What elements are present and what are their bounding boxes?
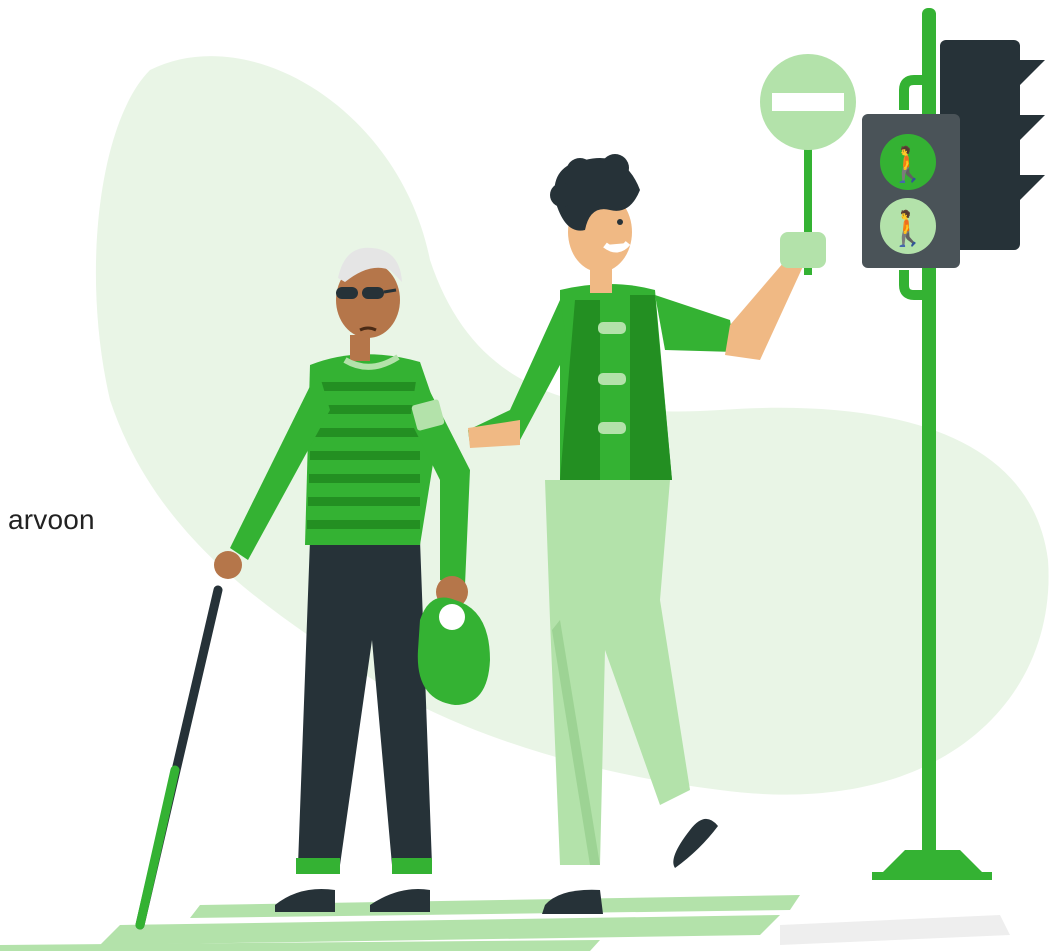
svg-text:🚶: 🚶: [887, 209, 929, 249]
crosswalk: [0, 895, 1010, 951]
caption-text: arvoon: [8, 504, 95, 535]
svg-text:🚶: 🚶: [887, 145, 929, 185]
crossing-illustration: 🚶 🚶: [0, 8, 1049, 951]
